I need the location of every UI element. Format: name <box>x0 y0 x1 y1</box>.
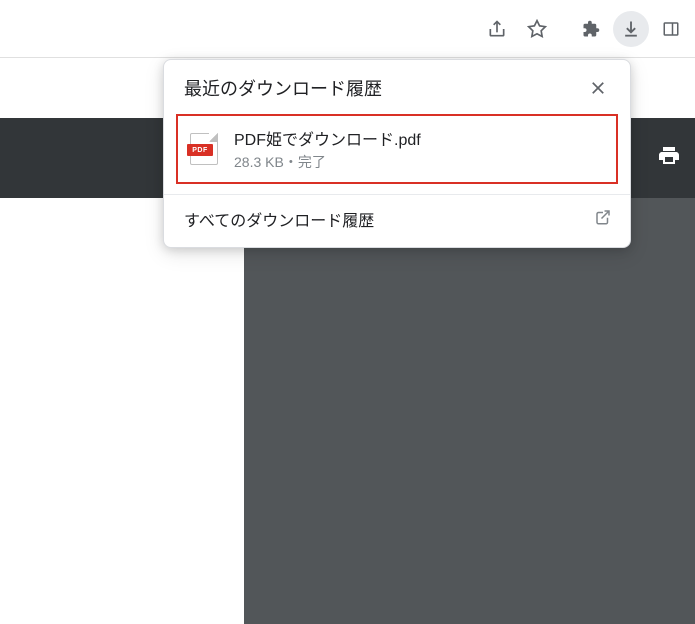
side-panel-icon <box>662 20 680 38</box>
download-icon <box>621 19 641 39</box>
extensions-button[interactable] <box>573 11 609 47</box>
downloads-button[interactable] <box>613 11 649 47</box>
close-button[interactable] <box>584 74 612 102</box>
popup-header: 最近のダウンロード履歴 <box>164 60 630 112</box>
download-text: PDF姫でダウンロード.pdf 28.3 KB・完了 <box>234 126 421 172</box>
side-panel-button[interactable] <box>653 11 689 47</box>
close-icon <box>589 79 607 97</box>
popup-title: 最近のダウンロード履歴 <box>184 75 382 101</box>
bookmark-button[interactable] <box>519 11 555 47</box>
all-downloads-label: すべてのダウンロード履歴 <box>184 207 374 231</box>
star-icon <box>527 19 547 39</box>
pdf-viewer-content <box>244 198 695 624</box>
browser-toolbar <box>0 0 695 58</box>
download-item[interactable]: PDF PDF姫でダウンロード.pdf 28.3 KB・完了 <box>176 114 618 184</box>
print-button[interactable] <box>653 138 685 179</box>
share-button[interactable] <box>479 11 515 47</box>
open-external-icon <box>594 208 612 231</box>
print-icon <box>657 144 681 168</box>
all-downloads-link[interactable]: すべてのダウンロード履歴 <box>164 194 630 247</box>
download-filename: PDF姫でダウンロード.pdf <box>234 126 421 150</box>
pdf-file-icon: PDF <box>190 133 218 165</box>
download-meta: 28.3 KB・完了 <box>234 152 421 172</box>
share-icon <box>487 19 507 39</box>
puzzle-icon <box>582 20 600 38</box>
downloads-popup: 最近のダウンロード履歴 PDF PDF姫でダウンロード.pdf 28.3 KB・… <box>163 59 631 248</box>
